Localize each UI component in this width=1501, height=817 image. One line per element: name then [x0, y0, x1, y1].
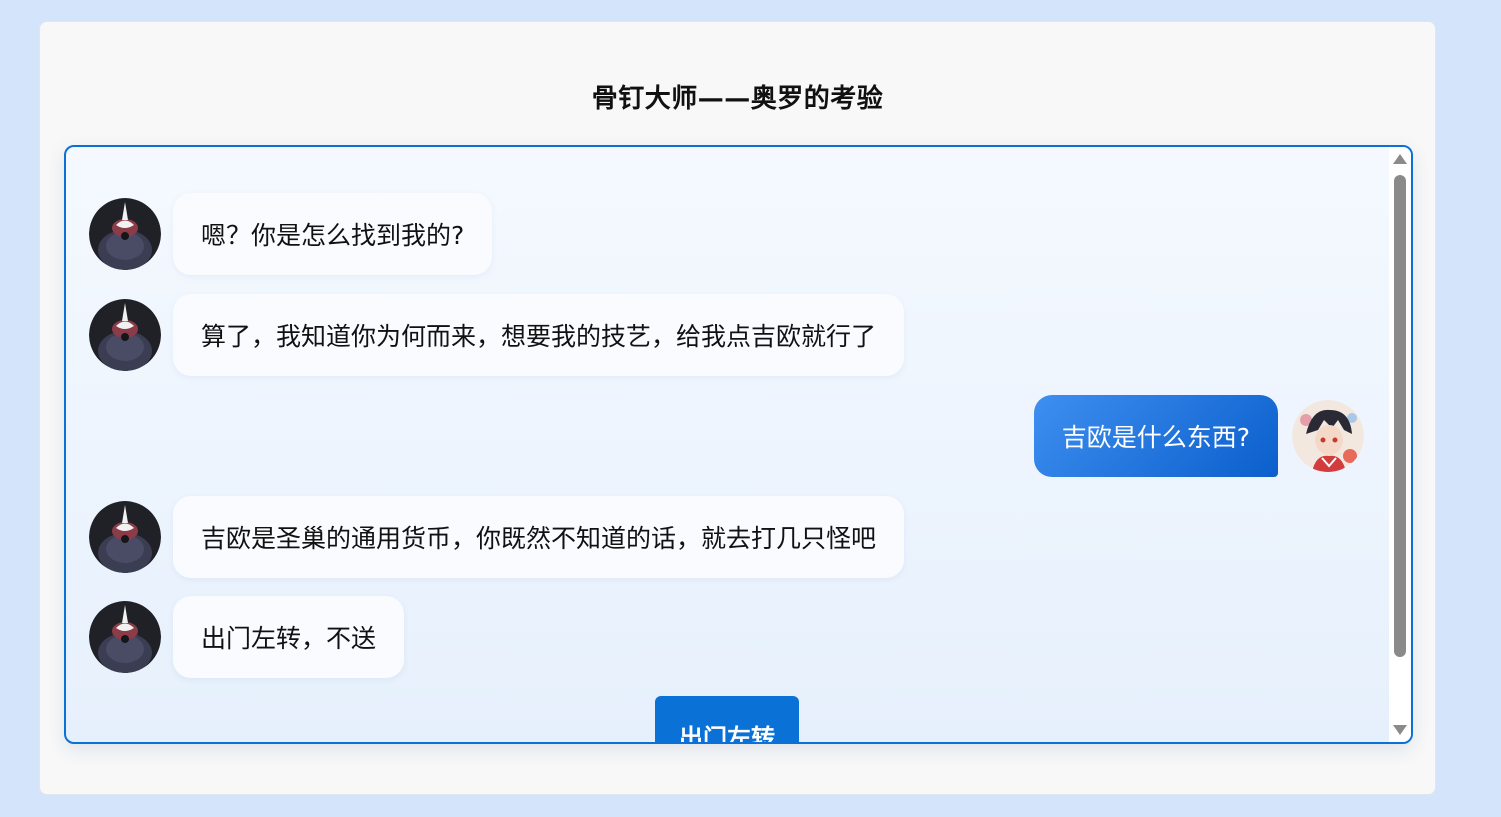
chat-scrollbar[interactable] — [1389, 147, 1411, 742]
chat-message-npc: 嗯？你是怎么找到我的? — [89, 193, 493, 275]
chat-message-npc: 算了，我知道你为何而来，想要我的技艺，给我点吉欧就行了 — [89, 294, 905, 376]
chat-bubble: 算了，我知道你为何而来，想要我的技艺，给我点吉欧就行了 — [173, 294, 905, 376]
chat-message-npc: 吉欧是圣巢的通用货币，你既然不知道的话，就去打几只怪吧 — [89, 496, 905, 578]
page-title: 骨钉大师——奥罗的考验 — [591, 84, 884, 114]
chat-bubble: 嗯？你是怎么找到我的? — [173, 193, 493, 275]
scroll-thumb[interactable] — [1394, 175, 1406, 657]
scroll-up-arrow-icon[interactable] — [1393, 154, 1407, 164]
chat-message-user: 吉欧是什么东西? — [1033, 395, 1364, 477]
chat-window: 嗯？你是怎么找到我的? 算了，我知道你为何而来，想要我的技艺，给我点吉欧就行了 … — [64, 145, 1413, 744]
oro-avatar-icon — [89, 299, 161, 371]
oro-avatar-icon — [89, 501, 161, 573]
dialog-card: 骨钉大师——奥罗的考验 嗯？你是怎么找到我的? 算了，我知道你为何而来，想要我的… — [39, 21, 1436, 795]
oro-avatar-icon — [89, 198, 161, 270]
oro-avatar-icon — [89, 601, 161, 673]
player-avatar-icon — [1292, 400, 1364, 472]
chat-message-npc: 出门左转，不送 — [89, 596, 405, 678]
go-left-button[interactable]: 出门左转 — [655, 696, 799, 742]
chat-bubble: 出门左转，不送 — [173, 596, 405, 678]
scroll-down-arrow-icon[interactable] — [1393, 725, 1407, 735]
chat-bubble: 吉欧是什么东西? — [1033, 395, 1278, 477]
chat-bubble: 吉欧是圣巢的通用货币，你既然不知道的话，就去打几只怪吧 — [173, 496, 905, 578]
